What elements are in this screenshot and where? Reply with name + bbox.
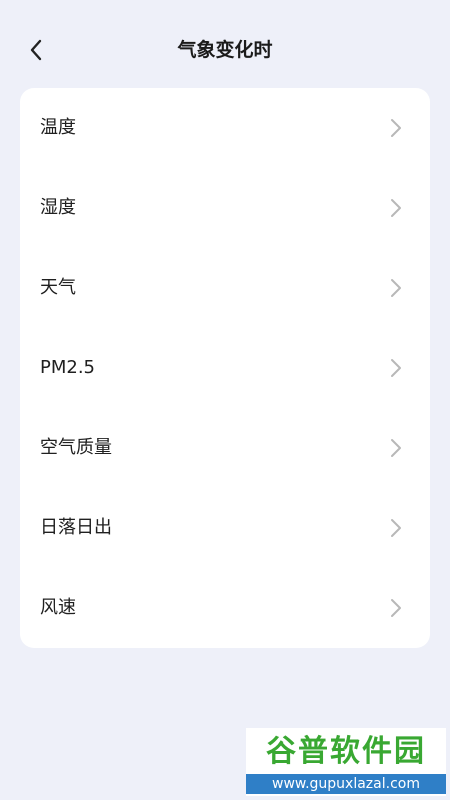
chevron-right-icon — [391, 599, 401, 617]
chevron-right-icon — [391, 119, 401, 137]
settings-card: 温度 湿度 天气 PM2.5 空气质量 日落日出 风速 — [20, 88, 430, 648]
watermark-url: www.gupuxlazal.com — [246, 774, 446, 794]
chevron-right-icon — [391, 519, 401, 537]
list-item-label: 日落日出 — [40, 517, 112, 538]
chevron-right-icon — [391, 439, 401, 457]
list-item-label: 湿度 — [40, 197, 76, 218]
top-bar: 气象变化时 — [0, 0, 450, 100]
list-item-air-quality[interactable]: 空气质量 — [20, 408, 430, 488]
chevron-right-icon — [391, 359, 401, 377]
chevron-right-icon — [391, 279, 401, 297]
page-title: 气象变化时 — [177, 39, 273, 61]
list-item-humidity[interactable]: 湿度 — [20, 168, 430, 248]
list-item-sunrise-sunset[interactable]: 日落日出 — [20, 488, 430, 568]
list-item-label: 空气质量 — [40, 437, 112, 458]
watermark-logo: 谷普软件园 — [266, 734, 426, 769]
list-item-label: 风速 — [40, 597, 76, 618]
list-item-label: 天气 — [40, 277, 76, 298]
list-item-temperature[interactable]: 温度 — [20, 88, 430, 168]
list-item-label: PM2.5 — [40, 357, 96, 378]
watermark: 谷普软件园 www.gupuxlazal.com — [246, 728, 446, 796]
chevron-right-icon — [391, 199, 401, 217]
list-item-wind-speed[interactable]: 风速 — [20, 568, 430, 648]
list-item-weather[interactable]: 天气 — [20, 248, 430, 328]
list-item-label: 温度 — [40, 117, 76, 138]
list-item-pm25[interactable]: PM2.5 — [20, 328, 430, 408]
